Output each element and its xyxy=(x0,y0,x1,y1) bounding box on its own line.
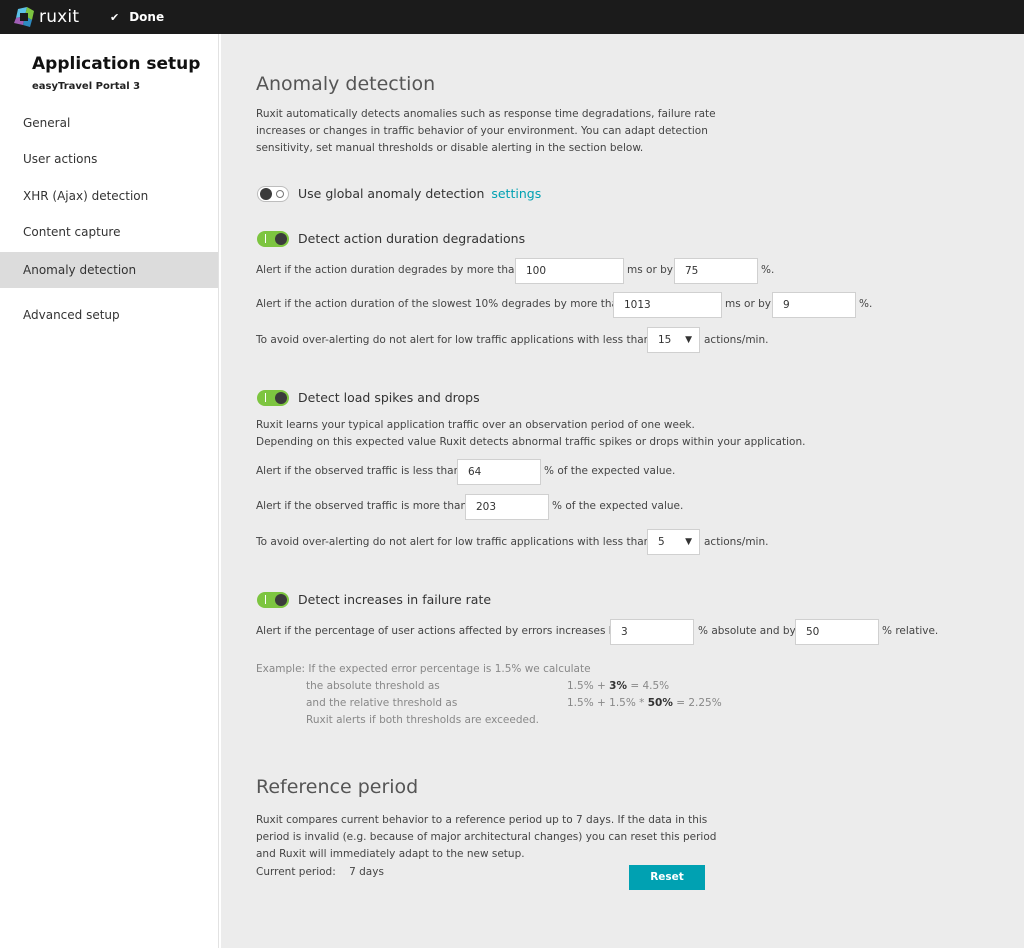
global-anomaly-label: Use global anomaly detection settings xyxy=(298,186,541,201)
load-description-line: Depending on this expected value Ruxit d… xyxy=(256,436,806,448)
calc-highlight: 3% xyxy=(609,680,627,692)
slowest-pct-input[interactable] xyxy=(772,292,856,318)
reference-description: Ruxit compares current behavior to a ref… xyxy=(256,812,716,863)
current-period-value: 7 days xyxy=(349,866,384,878)
application-name: easyTravel Portal 3 xyxy=(32,81,141,92)
slowest-row-prefix: Alert if the action duration of the slow… xyxy=(256,298,625,310)
failure-row-mid: % absolute and by xyxy=(698,625,796,637)
calc-part: 1.5% + 1.5% * xyxy=(567,697,648,709)
load-low-traffic-prefix: To avoid over-alerting do not alert for … xyxy=(256,536,651,548)
duration-row1-mid: ms or by xyxy=(627,264,673,276)
duration-low-traffic-suffix: actions/min. xyxy=(704,334,769,346)
load-description: Ruxit learns your typical application tr… xyxy=(256,417,805,451)
duration-ms-input[interactable] xyxy=(515,258,624,284)
duration-degradation-toggle[interactable] xyxy=(257,231,289,247)
traffic-less-prefix: Alert if the observed traffic is less th… xyxy=(256,465,461,477)
slowest-ms-input[interactable] xyxy=(613,292,722,318)
section-title-anomaly-detection: Anomaly detection xyxy=(256,73,436,95)
calc-part: = 2.25% xyxy=(672,697,722,709)
anomaly-intro-line: increases or changes in traffic behavior… xyxy=(256,125,708,137)
reference-description-line: and Ruxit will immediately adapt to the … xyxy=(256,848,525,860)
failure-row-suffix: % relative. xyxy=(882,625,939,637)
traffic-more-suffix: % of the expected value. xyxy=(552,500,684,512)
duration-pct-input[interactable] xyxy=(674,258,758,284)
slowest-row-mid: ms or by xyxy=(725,298,771,310)
done-button[interactable]: ✔ Done xyxy=(110,0,164,34)
failure-rate-label: Detect increases in failure rate xyxy=(298,592,492,607)
failure-example-rel-label: and the relative threshold as xyxy=(306,697,458,709)
ruxit-logo[interactable]: ruxit xyxy=(14,7,79,27)
toggle-knob xyxy=(275,233,287,245)
toggle-knob xyxy=(260,188,272,200)
load-low-traffic-value: 5 xyxy=(658,536,665,548)
reference-description-line: Ruxit compares current behavior to a ref… xyxy=(256,814,708,826)
ruxit-logo-icon xyxy=(14,7,34,27)
load-description-line: Ruxit learns your typical application tr… xyxy=(256,419,695,431)
anomaly-intro-line: Ruxit automatically detects anomalies su… xyxy=(256,108,716,120)
sidebar-item-advanced-setup[interactable]: Advanced setup xyxy=(0,297,218,333)
traffic-more-prefix: Alert if the observed traffic is more th… xyxy=(256,500,468,512)
current-period-label: Current period: xyxy=(256,866,336,878)
failure-example-conclusion: Ruxit alerts if both thresholds are exce… xyxy=(306,714,539,726)
reset-button[interactable]: Reset xyxy=(629,865,705,890)
global-settings-link[interactable]: settings xyxy=(491,186,541,201)
anomaly-intro: Ruxit automatically detects anomalies su… xyxy=(256,106,716,157)
dropdown-arrow-icon: ▼ xyxy=(685,335,692,345)
toggle-knob xyxy=(275,594,287,606)
duration-low-traffic-select[interactable]: 15 ▼ xyxy=(647,327,700,353)
section-title-reference-period: Reference period xyxy=(256,776,419,798)
duration-row1-suffix: %. xyxy=(761,264,775,276)
sidebar-item-general[interactable]: General xyxy=(0,105,218,141)
global-anomaly-text: Use global anomaly detection xyxy=(298,186,485,201)
calc-part: = 4.5% xyxy=(626,680,670,692)
duration-low-traffic-value: 15 xyxy=(658,334,672,346)
duration-row1-prefix: Alert if the action duration degrades by… xyxy=(256,264,522,276)
failure-example-abs-calc: 1.5% + 3% = 4.5% xyxy=(567,680,669,692)
failure-absolute-input[interactable] xyxy=(610,619,694,645)
failure-relative-input[interactable] xyxy=(795,619,879,645)
logo-text: ruxit xyxy=(39,7,80,27)
current-period: Current period: 7 days xyxy=(256,866,384,878)
dropdown-arrow-icon: ▼ xyxy=(685,537,692,547)
done-label: Done xyxy=(129,10,165,24)
duration-low-traffic-prefix: To avoid over-alerting do not alert for … xyxy=(256,334,651,346)
traffic-less-suffix: % of the expected value. xyxy=(544,465,676,477)
duration-degradation-label: Detect action duration degradations xyxy=(298,231,526,246)
load-spikes-label: Detect load spikes and drops xyxy=(298,390,480,405)
toggle-on-icon xyxy=(265,234,266,243)
failure-rate-toggle[interactable] xyxy=(257,592,289,608)
toggle-on-icon xyxy=(265,595,266,604)
toggle-knob xyxy=(275,392,287,404)
failure-row-prefix: Alert if the percentage of user actions … xyxy=(256,625,622,637)
sidebar-item-user-actions[interactable]: User actions xyxy=(0,141,218,177)
global-anomaly-toggle[interactable] xyxy=(257,186,289,202)
traffic-less-input[interactable] xyxy=(457,459,541,485)
failure-example-rel-calc: 1.5% + 1.5% * 50% = 2.25% xyxy=(567,697,722,709)
page-title: Application setup xyxy=(32,54,201,74)
calc-part: 1.5% + xyxy=(567,680,610,692)
sidebar-item-content-capture[interactable]: Content capture xyxy=(0,214,218,250)
load-low-traffic-select[interactable]: 5 ▼ xyxy=(647,529,700,555)
sidebar: Application setup easyTravel Portal 3 Ge… xyxy=(0,34,218,948)
sidebar-item-xhr-detection[interactable]: XHR (Ajax) detection xyxy=(0,178,218,214)
sidebar-item-anomaly-detection[interactable]: Anomaly detection xyxy=(0,252,218,288)
failure-example-intro: Example: If the expected error percentag… xyxy=(256,663,591,675)
failure-example-abs-label: the absolute threshold as xyxy=(306,680,440,692)
traffic-more-input[interactable] xyxy=(465,494,549,520)
reference-description-line: period is invalid (e.g. because of major… xyxy=(256,831,717,843)
anomaly-intro-line: sensitivity, set manual thresholds or di… xyxy=(256,142,644,154)
toggle-on-icon xyxy=(265,393,266,402)
toggle-off-icon xyxy=(276,190,284,198)
load-low-traffic-suffix: actions/min. xyxy=(704,536,769,548)
slowest-row-suffix: %. xyxy=(859,298,873,310)
calc-highlight: 50% xyxy=(647,697,673,709)
top-bar: ruxit ✔ Done xyxy=(0,0,1024,34)
load-spikes-toggle[interactable] xyxy=(257,390,289,406)
checkmark-icon: ✔ xyxy=(110,10,120,24)
sidebar-divider xyxy=(218,34,221,948)
